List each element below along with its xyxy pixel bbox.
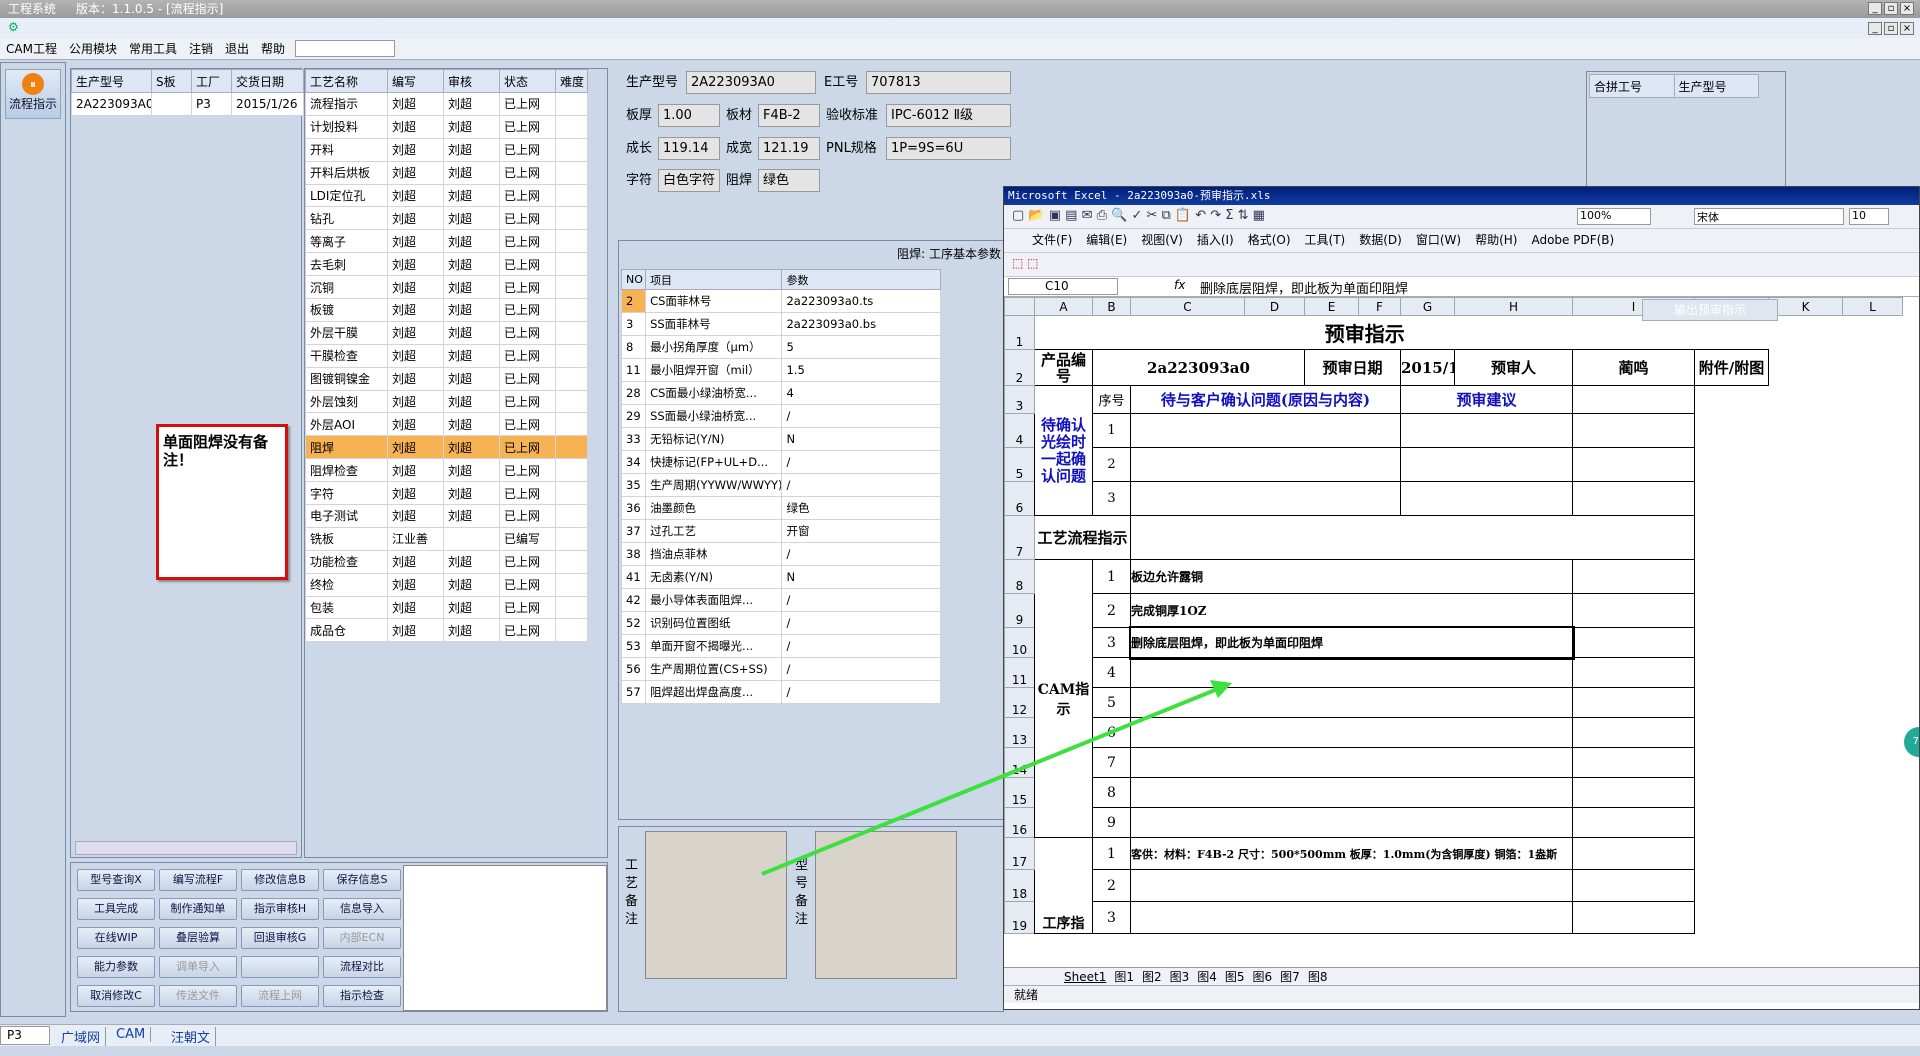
status-item[interactable]: 汪朝文 <box>166 1027 217 1046</box>
status-bar: P3 广域网 CAM 汪朝文 <box>0 1024 1920 1046</box>
status-item[interactable]: CAM <box>111 1027 152 1042</box>
arrow-line <box>761 686 1221 876</box>
arrow-annotation <box>761 680 1232 876</box>
status-item[interactable]: 广域网 <box>56 1027 107 1046</box>
factory-select[interactable]: P3 <box>0 1026 50 1045</box>
